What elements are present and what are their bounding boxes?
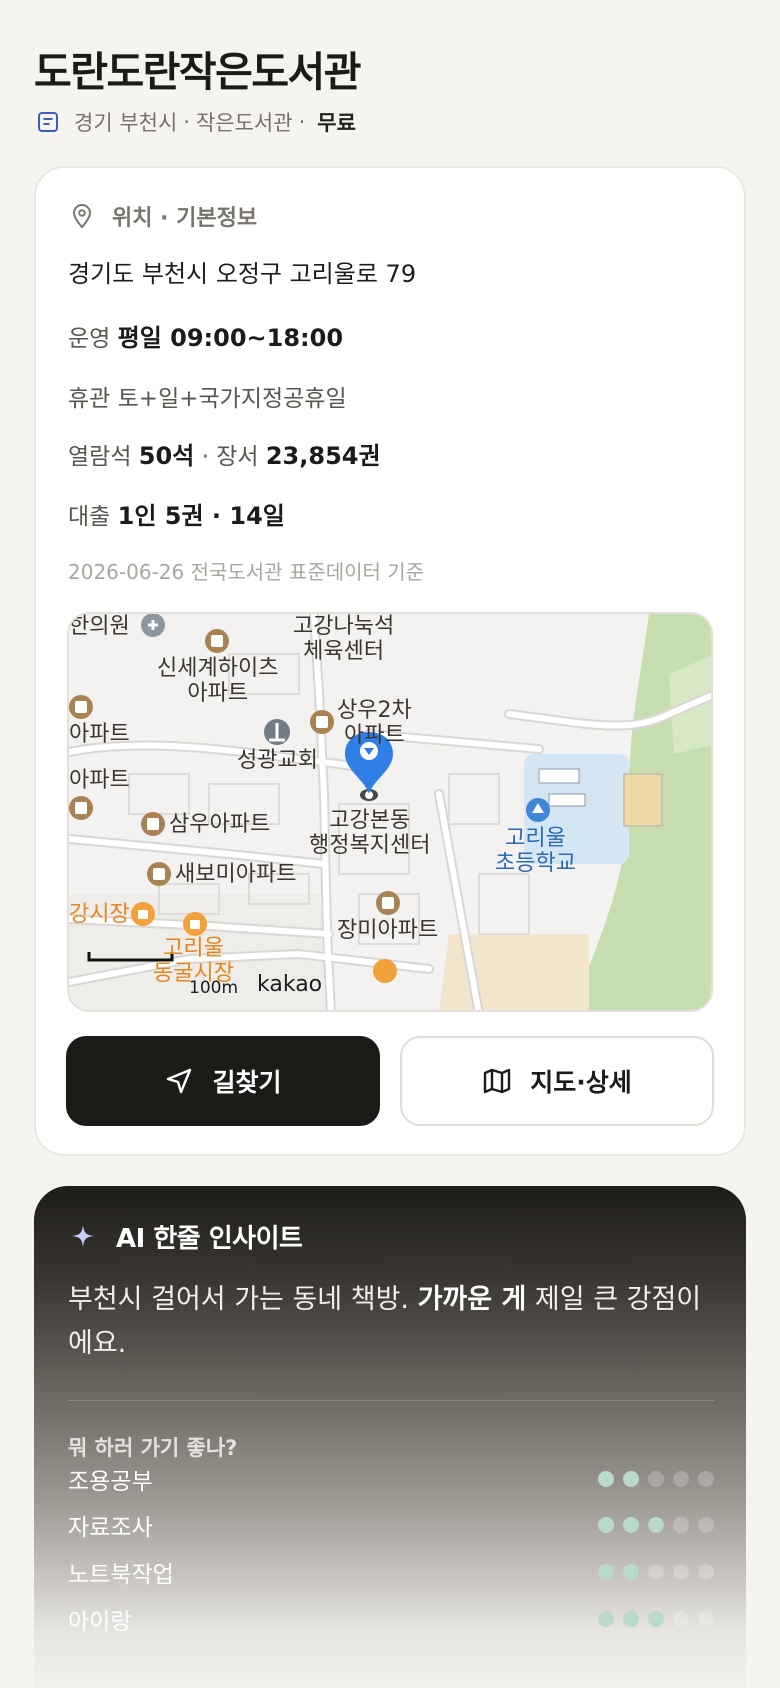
activity-label: 노트북작업: [68, 1562, 174, 1588]
rating-dot: [598, 1564, 614, 1580]
map-label-apt-jangmi: 장미아파트: [337, 918, 439, 943]
library-detail-page: 도란도란작은도서관 경기 부천시 · 작은도서관 · 무료 위치 · 기본정보 …: [0, 0, 780, 1688]
map-brand-logo: kakao: [257, 972, 323, 997]
loan-label: 대출: [68, 504, 111, 530]
ai-insight-text: 부천시 걸어서 가는 동네 책방. 가까운 게 제일 큰 강점이에요.: [68, 1278, 708, 1366]
navigation-arrow-icon: [167, 1068, 192, 1094]
library-meta: 경기 부천시 · 작은도서관 · 무료: [36, 106, 356, 138]
rating-dot: [648, 1611, 664, 1627]
seats-value: 50석: [138, 442, 195, 470]
rating-dot: [698, 1611, 714, 1627]
map-label-school: 고리울 초등학교: [495, 826, 576, 876]
closed-value: 토+일+국가지정공휴일: [117, 386, 347, 412]
meta-separator: ·: [298, 110, 306, 134]
rating-dot: [598, 1471, 614, 1487]
rating-dot: [698, 1564, 714, 1580]
ai-insight-title: AI 한줄 인사이트: [116, 1223, 303, 1254]
hours-value: 평일 09:00~18:00: [117, 324, 344, 352]
map-label-apt-samwoo: 삼우아파트: [169, 812, 271, 837]
rating-dot: [698, 1517, 714, 1533]
fee-text: 무료: [317, 111, 356, 135]
rating-dot: [673, 1564, 689, 1580]
map-detail-label: 지도·상세: [530, 1068, 632, 1097]
activity-row: 조용공부: [68, 1464, 714, 1495]
hours-row: 운영 평일 09:00~18:00: [68, 318, 343, 353]
meta-separator: ·: [183, 110, 190, 134]
divider: [68, 1400, 714, 1401]
sparkle-icon: [72, 1225, 94, 1247]
books-label: · 장서: [201, 444, 259, 470]
activity-rating: [598, 1517, 714, 1533]
rating-dot: [648, 1517, 664, 1533]
activity-rating: [598, 1611, 714, 1627]
activity-row: 노트북작업: [68, 1557, 714, 1588]
page-title: 도란도란작은도서관: [34, 48, 361, 96]
document-icon: [38, 112, 58, 132]
map-label-office: 고강본동 행정복지센터: [309, 808, 431, 858]
activity-label: 아이랑: [68, 1609, 132, 1635]
map-label-market-left: 강시장: [69, 902, 130, 927]
books-value: 23,854권: [265, 442, 381, 470]
activity-label: 자료조사: [68, 1515, 153, 1541]
map-label-apt-saebom: 새보미아파트: [175, 862, 297, 887]
map-label-apt-left2: 아파트: [69, 768, 130, 793]
rating-dot: [598, 1517, 614, 1533]
loan-value: 1인 5권 · 14일: [117, 502, 285, 530]
rating-dot: [623, 1611, 639, 1627]
activity-rating: [598, 1564, 714, 1580]
location-map[interactable]: 한의원 고강나눅석 체육센터 신세계하이츠 아파트 상우2차 아파트 아파트 아…: [67, 612, 713, 1012]
hours-label: 운영: [68, 326, 111, 352]
ai-text-part: 부천시 걸어서 가는 동네 책방.: [68, 1284, 418, 1315]
map-label-church: 성광교회: [237, 748, 318, 773]
address-text: 경기도 부천시 오정구 고리울로 79: [68, 260, 417, 288]
rating-dot: [648, 1471, 664, 1487]
rating-dot: [648, 1564, 664, 1580]
map-label-apt-shinsegae: 신세계하이츠 아파트: [157, 656, 279, 706]
directions-label: 길찾기: [212, 1068, 282, 1097]
ai-insight-card: AI 한줄 인사이트 부천시 걸어서 가는 동네 책방. 가까운 게 제일 큰 …: [34, 1186, 746, 1688]
closed-row: 휴관 토+일+국가지정공휴일: [68, 379, 347, 413]
activity-rating: [598, 1471, 714, 1487]
activity-label: 조용공부: [68, 1469, 153, 1495]
closed-label: 휴관: [68, 386, 111, 412]
rating-dot: [698, 1471, 714, 1487]
loan-row: 대출 1인 5권 · 14일: [68, 496, 285, 531]
rating-dot: [623, 1471, 639, 1487]
activity-row: 아이랑: [68, 1604, 714, 1635]
seats-label: 열람석: [68, 444, 132, 470]
category-text: 작은도서관: [195, 111, 293, 135]
rating-dot: [673, 1611, 689, 1627]
activity-question: 뭐 하러 가기 좋나?: [68, 1436, 238, 1460]
ai-text-highlight: 가까운 게: [417, 1284, 527, 1315]
map-icon: [484, 1068, 511, 1094]
rating-dot: [623, 1517, 639, 1533]
ai-insight-header: AI 한줄 인사이트: [70, 1218, 303, 1254]
location-pin-icon: [72, 203, 92, 229]
section-header: 위치 · 기본정보: [70, 200, 257, 232]
map-label-apt-sangwoo2: 상우2차 아파트: [337, 698, 412, 748]
rating-dot: [673, 1517, 689, 1533]
region-text: 경기 부천시: [74, 111, 178, 135]
directions-button[interactable]: 길찾기: [66, 1036, 380, 1126]
map-label-apt-left1: 아파트: [69, 722, 130, 747]
activity-row: 자료조사: [68, 1510, 714, 1541]
data-reference: 2026-06-26 전국도서관 표준데이터 기준: [68, 560, 425, 584]
map-label-clinic: 한의원: [69, 614, 130, 639]
rating-dot: [598, 1611, 614, 1627]
map-detail-button[interactable]: 지도·상세: [400, 1036, 714, 1126]
location-info-card: 위치 · 기본정보 경기도 부천시 오정구 고리울로 79 운영 평일 09:0…: [34, 166, 746, 1156]
rating-dot: [673, 1471, 689, 1487]
map-scale-text: 100m: [189, 978, 239, 998]
rating-dot: [623, 1564, 639, 1580]
section-title: 위치 · 기본정보: [112, 206, 258, 231]
map-label-gym: 고강나눅석 체육센터: [293, 614, 395, 664]
seats-books-row: 열람석 50석 · 장서 23,854권: [68, 436, 381, 471]
